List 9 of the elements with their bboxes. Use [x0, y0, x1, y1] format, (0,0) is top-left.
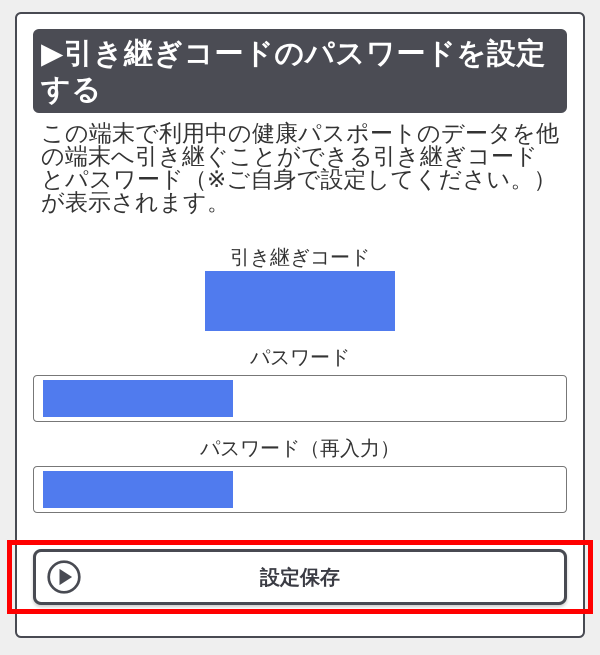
- panel-title: ▶引き継ぎコードのパスワードを設定する: [33, 29, 567, 113]
- input-field[interactable]: [33, 466, 567, 513]
- description-text: この端末で利用中の健康パスポートのデータを他の端末へ引き継ぐことができる引き継ぎコードとパスワード（※ご自身で設定してください。）が表示されます。: [41, 123, 559, 215]
- field-label: パスワード（再入力）: [199, 436, 401, 460]
- play-circle-icon: [46, 559, 82, 595]
- field-label: パスワード: [249, 345, 351, 369]
- code-label: 引き継ぎコード: [229, 245, 371, 269]
- save-button[interactable]: 設定保存: [33, 549, 567, 605]
- input-field[interactable]: [33, 375, 567, 422]
